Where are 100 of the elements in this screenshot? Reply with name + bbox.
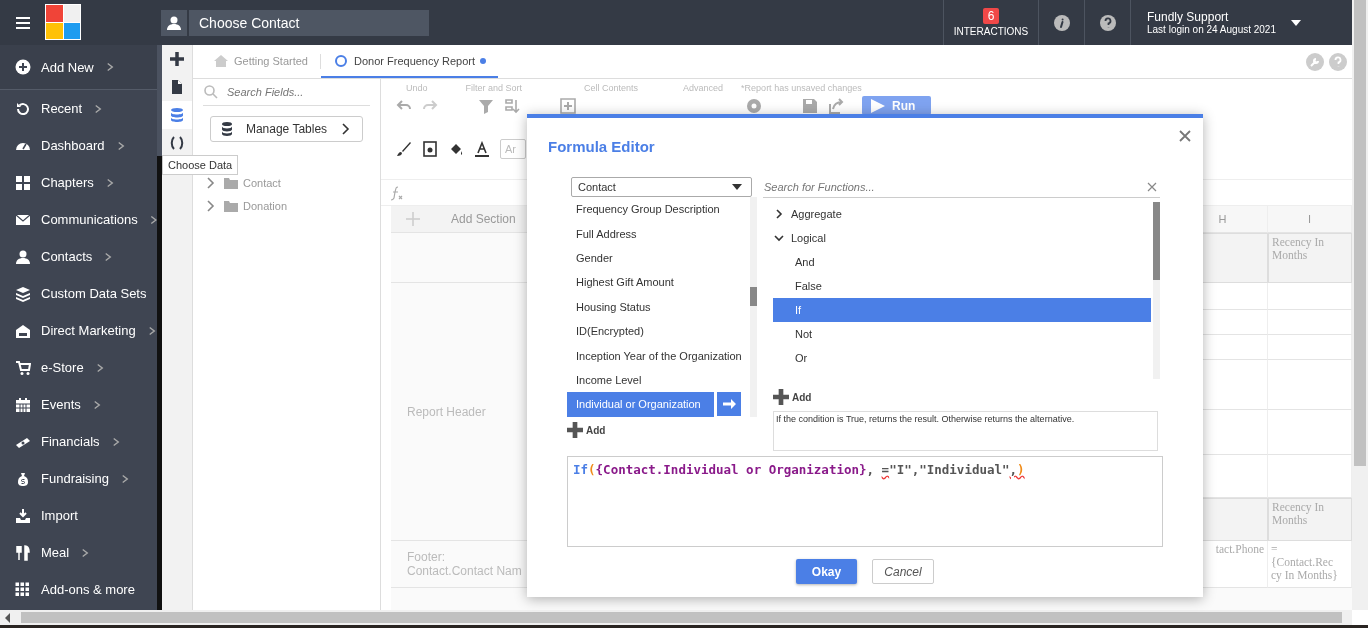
table-cell: Recency In Months	[1268, 498, 1352, 541]
search-icon	[203, 84, 219, 100]
function-item[interactable]: Not	[773, 322, 1151, 346]
function-item[interactable]: And	[773, 250, 1151, 274]
help-icon	[1099, 14, 1116, 31]
sidebar-item[interactable]: Custom Data Sets	[0, 275, 157, 312]
home-icon	[213, 52, 229, 69]
toolbar-group-label: Filter and Sort	[465, 83, 523, 93]
field-list-item[interactable]: Income Level	[567, 367, 749, 393]
insert-field-button[interactable]	[717, 392, 741, 417]
person-icon	[166, 15, 182, 31]
field-list-item[interactable]: Full Address	[567, 221, 749, 246]
function-category[interactable]: Aggregate	[763, 202, 1151, 226]
cell-fill-icon	[422, 141, 438, 157]
download-tray-icon	[15, 507, 31, 524]
menu-icon	[14, 14, 31, 31]
add-field-button[interactable]: Add	[567, 422, 606, 438]
sidebar-item[interactable]: Events	[0, 386, 157, 423]
scrollbar[interactable]	[1352, 0, 1368, 610]
circle-icon	[333, 52, 349, 69]
plus-icon	[567, 422, 583, 438]
add-function-button[interactable]: Add	[773, 389, 812, 405]
filter-icon	[478, 97, 494, 114]
sidebar-item[interactable]: Add New	[0, 45, 157, 90]
field-list-item[interactable]: Individual or Organization	[567, 392, 714, 417]
building-icon	[15, 322, 31, 339]
sidebar-item[interactable]: Direct Marketing	[0, 312, 157, 349]
field-list-item[interactable]: Gender	[567, 245, 749, 271]
wrench-icon	[1306, 53, 1324, 71]
database-icon	[169, 107, 185, 123]
function-icon	[389, 184, 405, 201]
user-name: Fundly Support	[1147, 10, 1230, 24]
okay-button[interactable]: Okay	[796, 559, 857, 584]
function-description: If the condition is True, returns the result. Otherwise returns the alternative.	[773, 411, 1158, 451]
contact-button[interactable]	[161, 10, 187, 36]
choose-contact-field[interactable]: Choose Contact	[189, 10, 429, 36]
close-button[interactable]	[1177, 128, 1193, 144]
tooltip: Choose Data	[162, 155, 239, 175]
table-select[interactable]: Contact	[571, 177, 752, 197]
utensils-icon	[15, 544, 31, 561]
add-cell-icon	[560, 97, 576, 114]
toolbar-group-label: Undo	[406, 83, 428, 93]
document-icon	[169, 79, 185, 95]
interactions-label: INTERACTIONS	[953, 26, 1029, 37]
sidebar-item[interactable]: Communications	[0, 201, 157, 238]
logo-icon	[45, 4, 81, 40]
apps-grid-icon	[15, 581, 31, 598]
table-cell: = {Contact.Rec cy In Months}	[1268, 541, 1352, 588]
cart-icon	[15, 359, 31, 376]
interactions-count-badge: 6	[982, 8, 1000, 24]
info-icon	[1053, 14, 1070, 31]
scrollbar[interactable]	[750, 197, 757, 417]
sort-icon	[504, 97, 520, 114]
field-list-item[interactable]: Housing Status	[567, 294, 749, 319]
field-list-item[interactable]: ID(Encrypted)	[567, 318, 749, 344]
cancel-button[interactable]: Cancel	[872, 559, 934, 584]
sidebar-item[interactable]: Fundraising	[0, 460, 157, 497]
function-category[interactable]: Logical	[763, 226, 1151, 250]
manage-tables-button[interactable]: Manage Tables	[210, 116, 363, 142]
parentheses-icon	[169, 135, 185, 151]
sidebar-item[interactable]: Import	[0, 497, 157, 534]
scrollbar[interactable]	[157, 45, 162, 610]
sidebar-item[interactable]: Add-ons & more	[0, 571, 157, 608]
field-list-item[interactable]: Frequency Group Description	[567, 197, 749, 222]
sidebar-item[interactable]: Contacts	[0, 238, 157, 275]
toolbar-group-label: Advanced	[683, 83, 724, 93]
grid-icon	[15, 174, 31, 191]
scrollbar[interactable]	[0, 610, 1352, 625]
field-list-item[interactable]: Inception Year of the Organization	[567, 343, 749, 368]
table-cell: Recency In Months	[1268, 233, 1352, 283]
function-item[interactable]: If	[773, 298, 1151, 322]
column-header: I	[1268, 206, 1352, 233]
formula-field[interactable]: If({Contact.Individual or Organization}, ="I","Individual",)	[567, 456, 1163, 547]
plus-icon	[169, 51, 185, 67]
toolbar-group-label: Cell Contents	[584, 83, 639, 93]
database-icon	[219, 121, 235, 137]
plus-circle-icon	[15, 59, 31, 75]
unsaved-dot	[480, 57, 487, 64]
money-bag-icon	[15, 470, 31, 487]
function-item[interactable]: False	[773, 274, 1151, 298]
layers-icon	[15, 285, 31, 302]
share-icon	[828, 97, 844, 114]
text-color-icon	[474, 141, 490, 157]
plus-icon	[773, 389, 789, 405]
interactions-button[interactable]: 6 INTERACTIONS	[943, 0, 1038, 45]
help-icon	[1329, 53, 1347, 71]
unsaved-changes-note: *Report has unsaved changes	[741, 83, 862, 93]
field-list-item[interactable]: Highest Gift Amount	[567, 270, 749, 295]
last-login-text: Last login on 24 August 2021	[1147, 24, 1276, 35]
sidebar-item[interactable]: Financials	[0, 423, 157, 460]
function-item[interactable]: Or	[773, 346, 1151, 370]
sidebar-item[interactable]: Dashboard	[0, 127, 157, 164]
sidebar-item[interactable]: e-Store	[0, 349, 157, 386]
sidebar-item[interactable]: Meal	[0, 534, 157, 571]
sidebar-item[interactable]: Recent	[0, 90, 157, 127]
close-icon	[1177, 128, 1193, 144]
sidebar-item[interactable]: Chapters	[0, 164, 157, 201]
scrollbar[interactable]	[1153, 202, 1160, 379]
person-icon	[15, 248, 31, 265]
history-icon	[15, 100, 31, 117]
